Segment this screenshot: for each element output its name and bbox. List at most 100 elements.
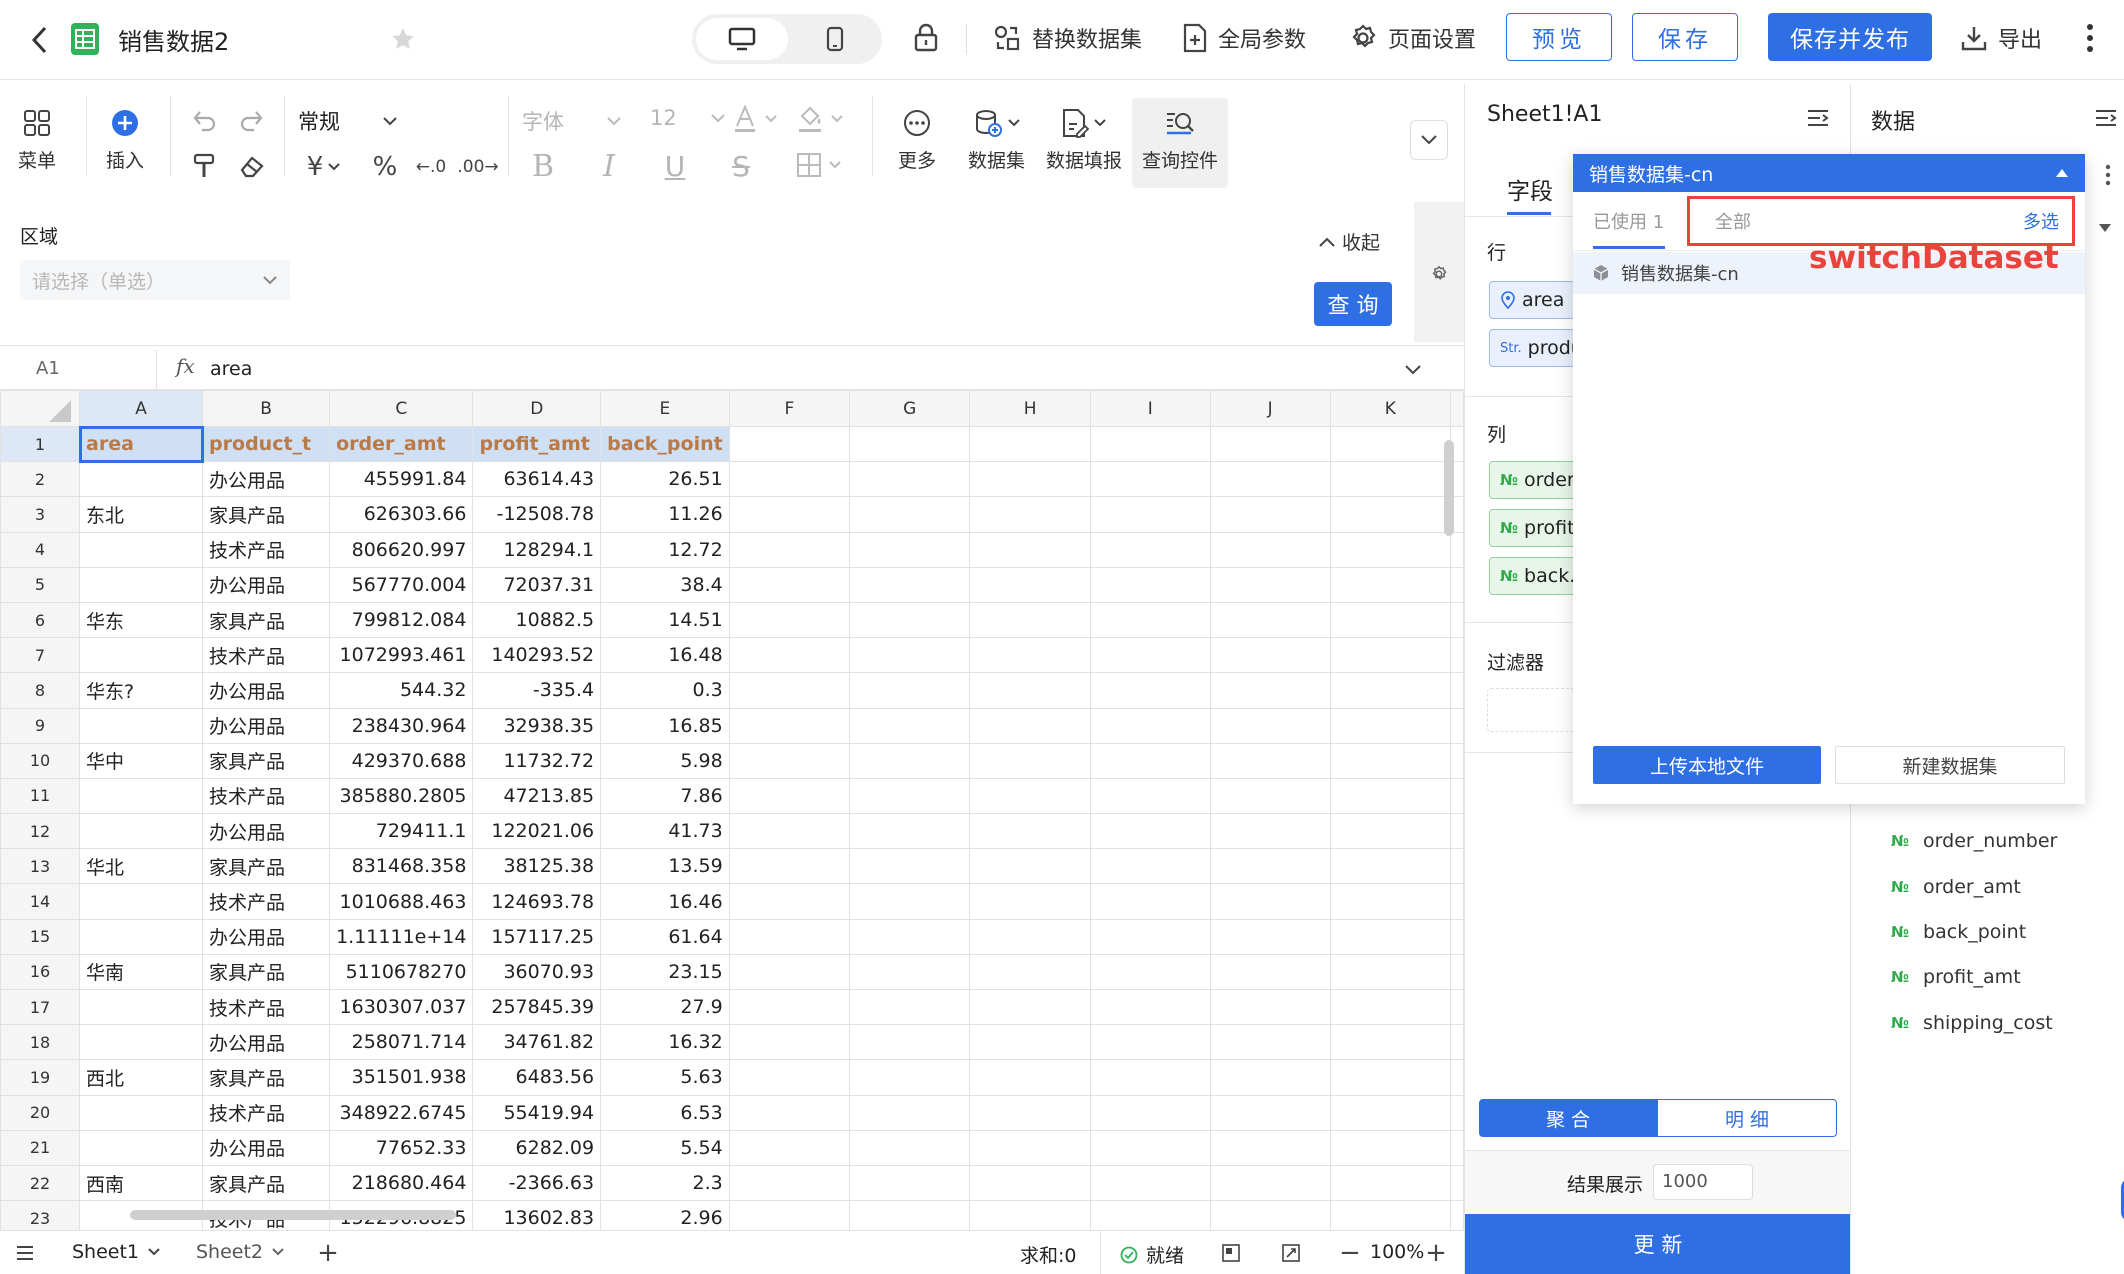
- collapse-panel-icon[interactable]: [2093, 106, 2119, 130]
- multi-select-toggle[interactable]: 多选: [2023, 208, 2059, 234]
- decrease-decimal-icon[interactable]: ←.0: [414, 152, 448, 182]
- sheet-tab-sheet1[interactable]: Sheet1: [72, 1241, 161, 1263]
- table-cell[interactable]: [728, 1024, 850, 1061]
- table-cell[interactable]: [1450, 988, 1464, 1026]
- table-cell[interactable]: 140293.52: [472, 637, 602, 674]
- table-cell[interactable]: 2.96: [600, 1200, 730, 1230]
- field-item[interactable]: № back_point: [1891, 921, 2026, 943]
- field-item[interactable]: № order_number: [1891, 830, 2057, 852]
- table-cell[interactable]: 10882.5: [472, 601, 602, 639]
- table-cell[interactable]: 26.51: [600, 461, 730, 498]
- row-header[interactable]: 17: [0, 988, 80, 1026]
- table-cell[interactable]: 家具产品: [202, 742, 331, 779]
- row-header[interactable]: 12: [0, 813, 80, 850]
- table-cell[interactable]: 257845.39: [472, 988, 602, 1026]
- table-cell[interactable]: [848, 848, 971, 885]
- table-cell[interactable]: [1329, 988, 1452, 1026]
- more-vertical-icon[interactable]: [2101, 160, 2115, 190]
- detail-toggle[interactable]: 明 细: [1657, 1099, 1837, 1137]
- italic-icon[interactable]: I: [592, 148, 626, 184]
- font-size-select[interactable]: 12: [650, 106, 726, 130]
- row-header[interactable]: 8: [0, 672, 80, 709]
- table-cell[interactable]: 128294.1: [472, 531, 602, 568]
- table-cell[interactable]: 办公用品: [202, 672, 331, 709]
- table-cell[interactable]: [1329, 813, 1452, 850]
- table-cell[interactable]: 351501.938: [329, 1059, 474, 1096]
- table-cell[interactable]: [848, 1129, 971, 1166]
- settings-small-icon[interactable]: [1427, 262, 1451, 286]
- table-cell[interactable]: [969, 601, 1091, 639]
- table-cell[interactable]: [1089, 777, 1211, 815]
- table-cell[interactable]: [1209, 531, 1331, 568]
- add-sheet-icon[interactable]: +: [316, 1238, 340, 1268]
- zoom-in-icon[interactable]: +: [1424, 1238, 1448, 1268]
- table-cell[interactable]: [728, 637, 850, 674]
- table-cell[interactable]: [1209, 742, 1331, 779]
- bold-icon[interactable]: B: [526, 148, 560, 184]
- table-cell[interactable]: [969, 672, 1091, 709]
- table-cell[interactable]: [1089, 531, 1211, 568]
- row-header[interactable]: 9: [0, 707, 80, 744]
- table-cell[interactable]: [728, 918, 850, 955]
- table-cell[interactable]: [728, 883, 850, 920]
- table-cell[interactable]: 家具产品: [202, 1164, 331, 1202]
- table-cell[interactable]: [1209, 883, 1331, 920]
- table-cell[interactable]: [1450, 601, 1464, 639]
- preview-button[interactable]: 预览: [1506, 13, 1612, 61]
- table-cell[interactable]: [728, 848, 850, 885]
- table-cell[interactable]: [969, 1094, 1091, 1131]
- table-cell[interactable]: order_amt: [329, 425, 474, 463]
- table-cell[interactable]: 61.64: [600, 918, 730, 955]
- table-cell[interactable]: [728, 777, 850, 815]
- table-cell[interactable]: [728, 425, 850, 463]
- cell-reference[interactable]: A1: [36, 358, 60, 379]
- table-cell[interactable]: 14.51: [600, 601, 730, 639]
- table-cell[interactable]: [1209, 918, 1331, 955]
- table-cell[interactable]: [1329, 1059, 1452, 1096]
- table-cell[interactable]: [1450, 777, 1464, 815]
- column-header[interactable]: G: [848, 390, 971, 427]
- table-cell[interactable]: [78, 1129, 204, 1166]
- back-arrow-icon[interactable]: [22, 22, 58, 58]
- table-cell[interactable]: 1.11111e+14: [329, 918, 474, 955]
- border-button[interactable]: [796, 152, 842, 178]
- table-cell[interactable]: [1329, 918, 1452, 955]
- field-item[interactable]: № order_amt: [1891, 876, 2021, 898]
- table-cell[interactable]: [969, 848, 1091, 885]
- fullscreen-icon[interactable]: [1280, 1242, 1302, 1264]
- filter-drop-zone[interactable]: [1487, 688, 1587, 732]
- table-cell[interactable]: [1329, 1164, 1452, 1202]
- table-cell[interactable]: 家具产品: [202, 1059, 331, 1096]
- table-cell[interactable]: 16.46: [600, 883, 730, 920]
- fill-color-button[interactable]: [796, 104, 844, 134]
- table-cell[interactable]: [969, 1024, 1091, 1061]
- table-cell[interactable]: [848, 988, 971, 1026]
- table-cell[interactable]: [1329, 883, 1452, 920]
- table-cell[interactable]: [848, 1200, 971, 1230]
- tab-all[interactable]: 全部: [1715, 208, 1751, 234]
- table-cell[interactable]: [848, 637, 971, 674]
- table-cell[interactable]: [728, 461, 850, 498]
- table-cell[interactable]: [848, 918, 971, 955]
- undo-icon[interactable]: [188, 104, 220, 136]
- table-cell[interactable]: [78, 461, 204, 498]
- row-header[interactable]: 7: [0, 637, 80, 674]
- table-cell[interactable]: 办公用品: [202, 1129, 331, 1166]
- table-cell[interactable]: 27.9: [600, 988, 730, 1026]
- table-cell[interactable]: [969, 707, 1091, 744]
- table-cell[interactable]: [848, 1094, 971, 1131]
- field-item[interactable]: № shipping_cost: [1891, 1012, 2053, 1034]
- table-cell[interactable]: [728, 601, 850, 639]
- save-publish-button[interactable]: 保存并发布: [1768, 13, 1932, 61]
- table-cell[interactable]: [1089, 883, 1211, 920]
- table-cell[interactable]: [1209, 777, 1331, 815]
- table-cell[interactable]: 技术产品: [202, 1094, 331, 1131]
- column-header[interactable]: E: [600, 390, 730, 427]
- eraser-icon[interactable]: [236, 150, 268, 182]
- table-cell[interactable]: [1329, 425, 1452, 463]
- table-cell[interactable]: 124693.78: [472, 883, 602, 920]
- table-cell[interactable]: [969, 566, 1091, 603]
- mobile-view-button[interactable]: [792, 18, 878, 60]
- star-icon[interactable]: [386, 22, 420, 56]
- table-cell[interactable]: 258071.714: [329, 1024, 474, 1061]
